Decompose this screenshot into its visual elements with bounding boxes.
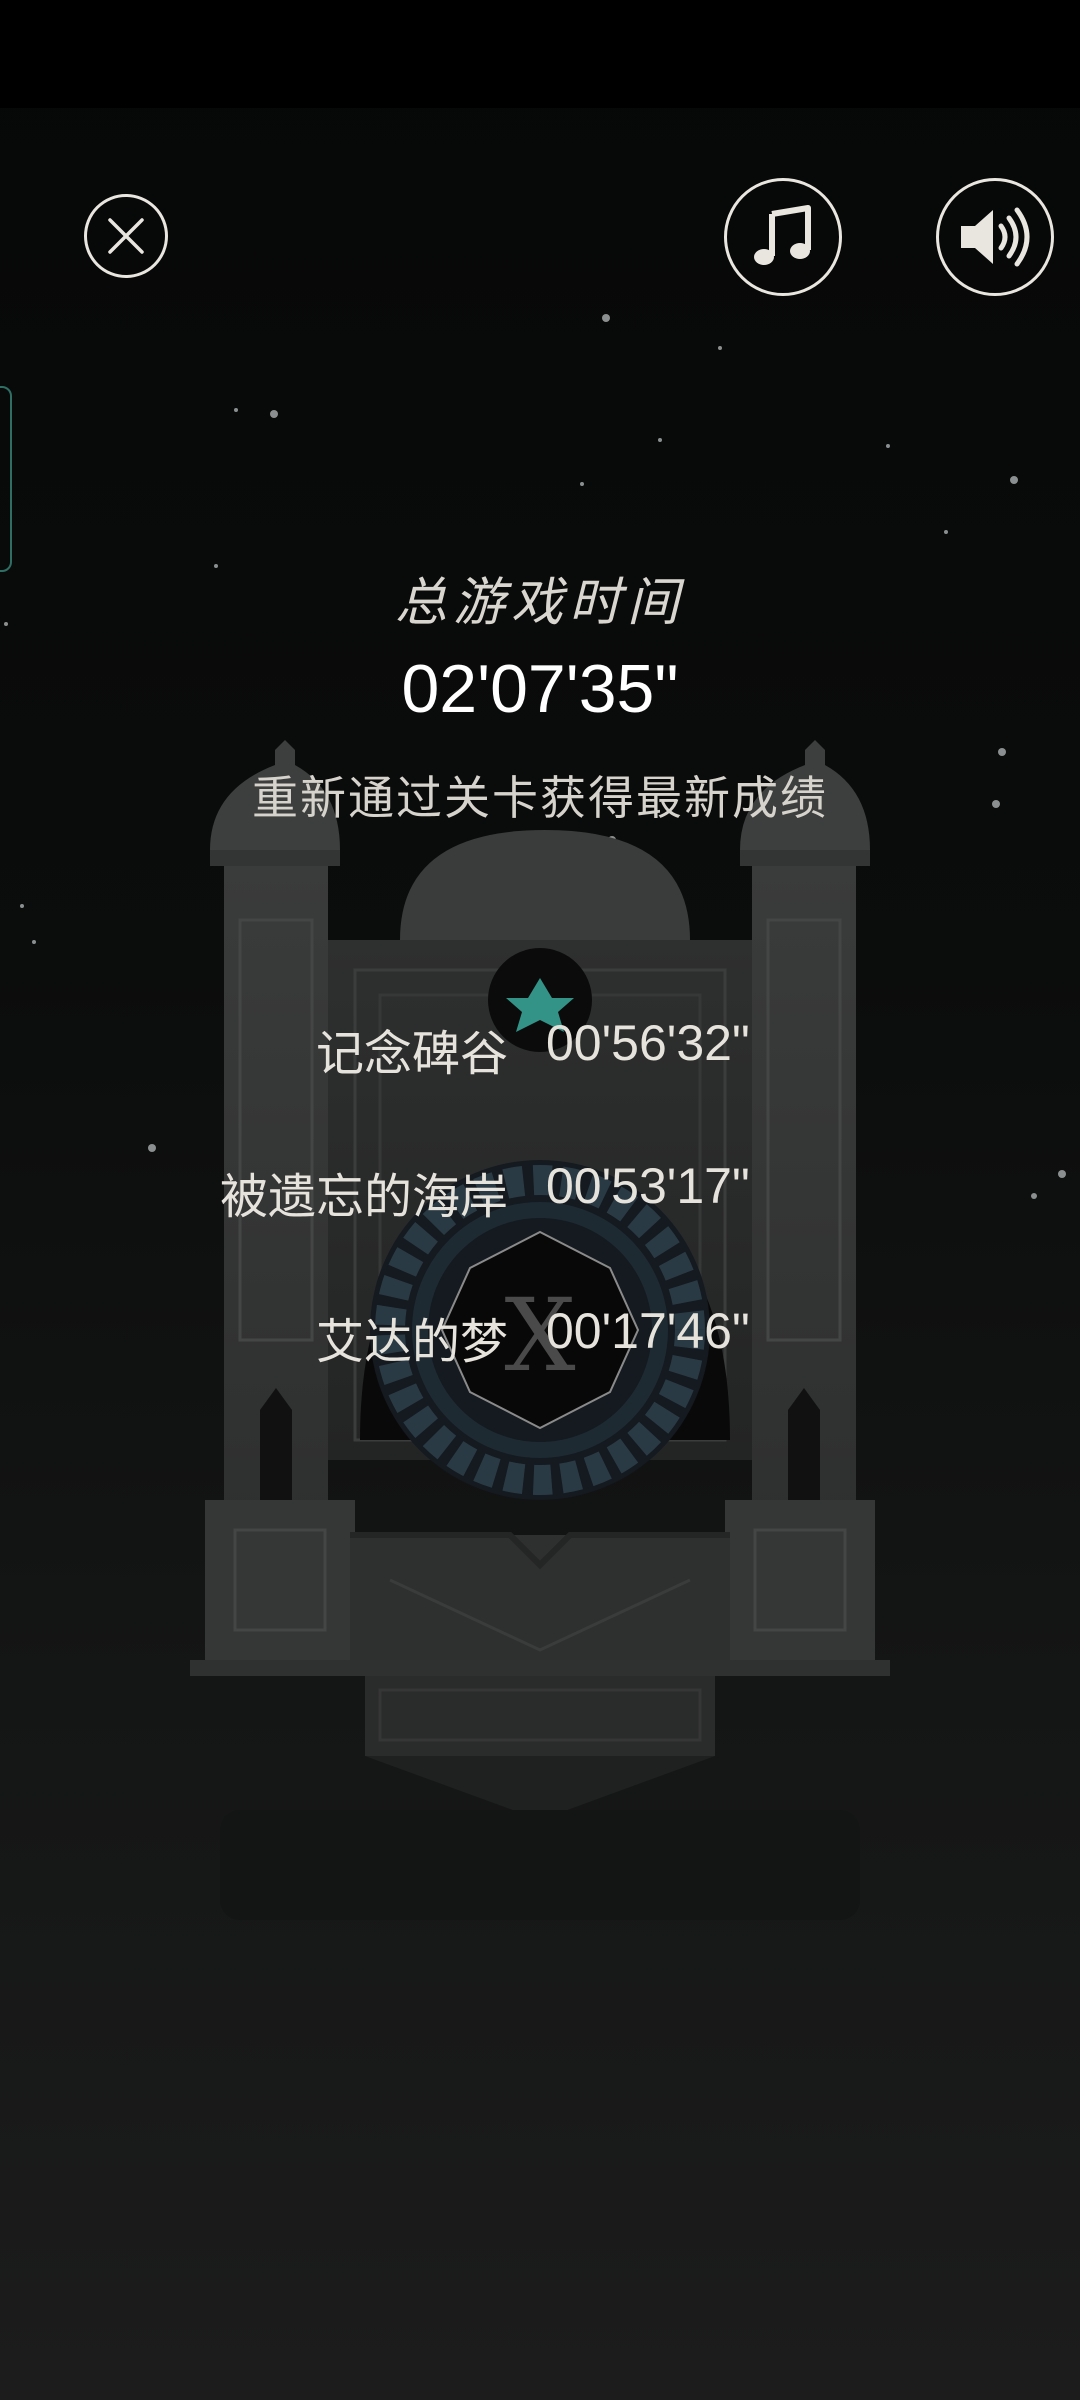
level-name: 记念碑谷 [315,1026,508,1082]
level-name: 艾达的梦 [315,1314,508,1370]
level-row: 艾达的梦 00'17'46" [0,1302,1080,1372]
level-time: 00'17'46" [546,1303,750,1359]
total-time-value: 02'07'35" [401,651,679,727]
level-row: 被遗忘的海岸 00'53'17" [0,1157,1080,1227]
game-screen: X 总游戏时间 02'07'35" 重新通过关卡获得最新成绩 记念碑谷 00'5… [0,0,1080,2400]
total-time-title: 总游戏时间 [394,573,685,633]
results-panel: 总游戏时间 02'07'35" 重新通过关卡获得最新成绩 记念碑谷 00'56'… [0,0,1080,2400]
level-row: 记念碑谷 00'56'32" [0,1014,1080,1084]
level-name: 被遗忘的海岸 [219,1169,508,1225]
level-time: 00'53'17" [546,1158,750,1214]
level-time: 00'56'32" [546,1015,750,1071]
replay-hint-text: 重新通过关卡获得最新成绩 [252,771,828,825]
